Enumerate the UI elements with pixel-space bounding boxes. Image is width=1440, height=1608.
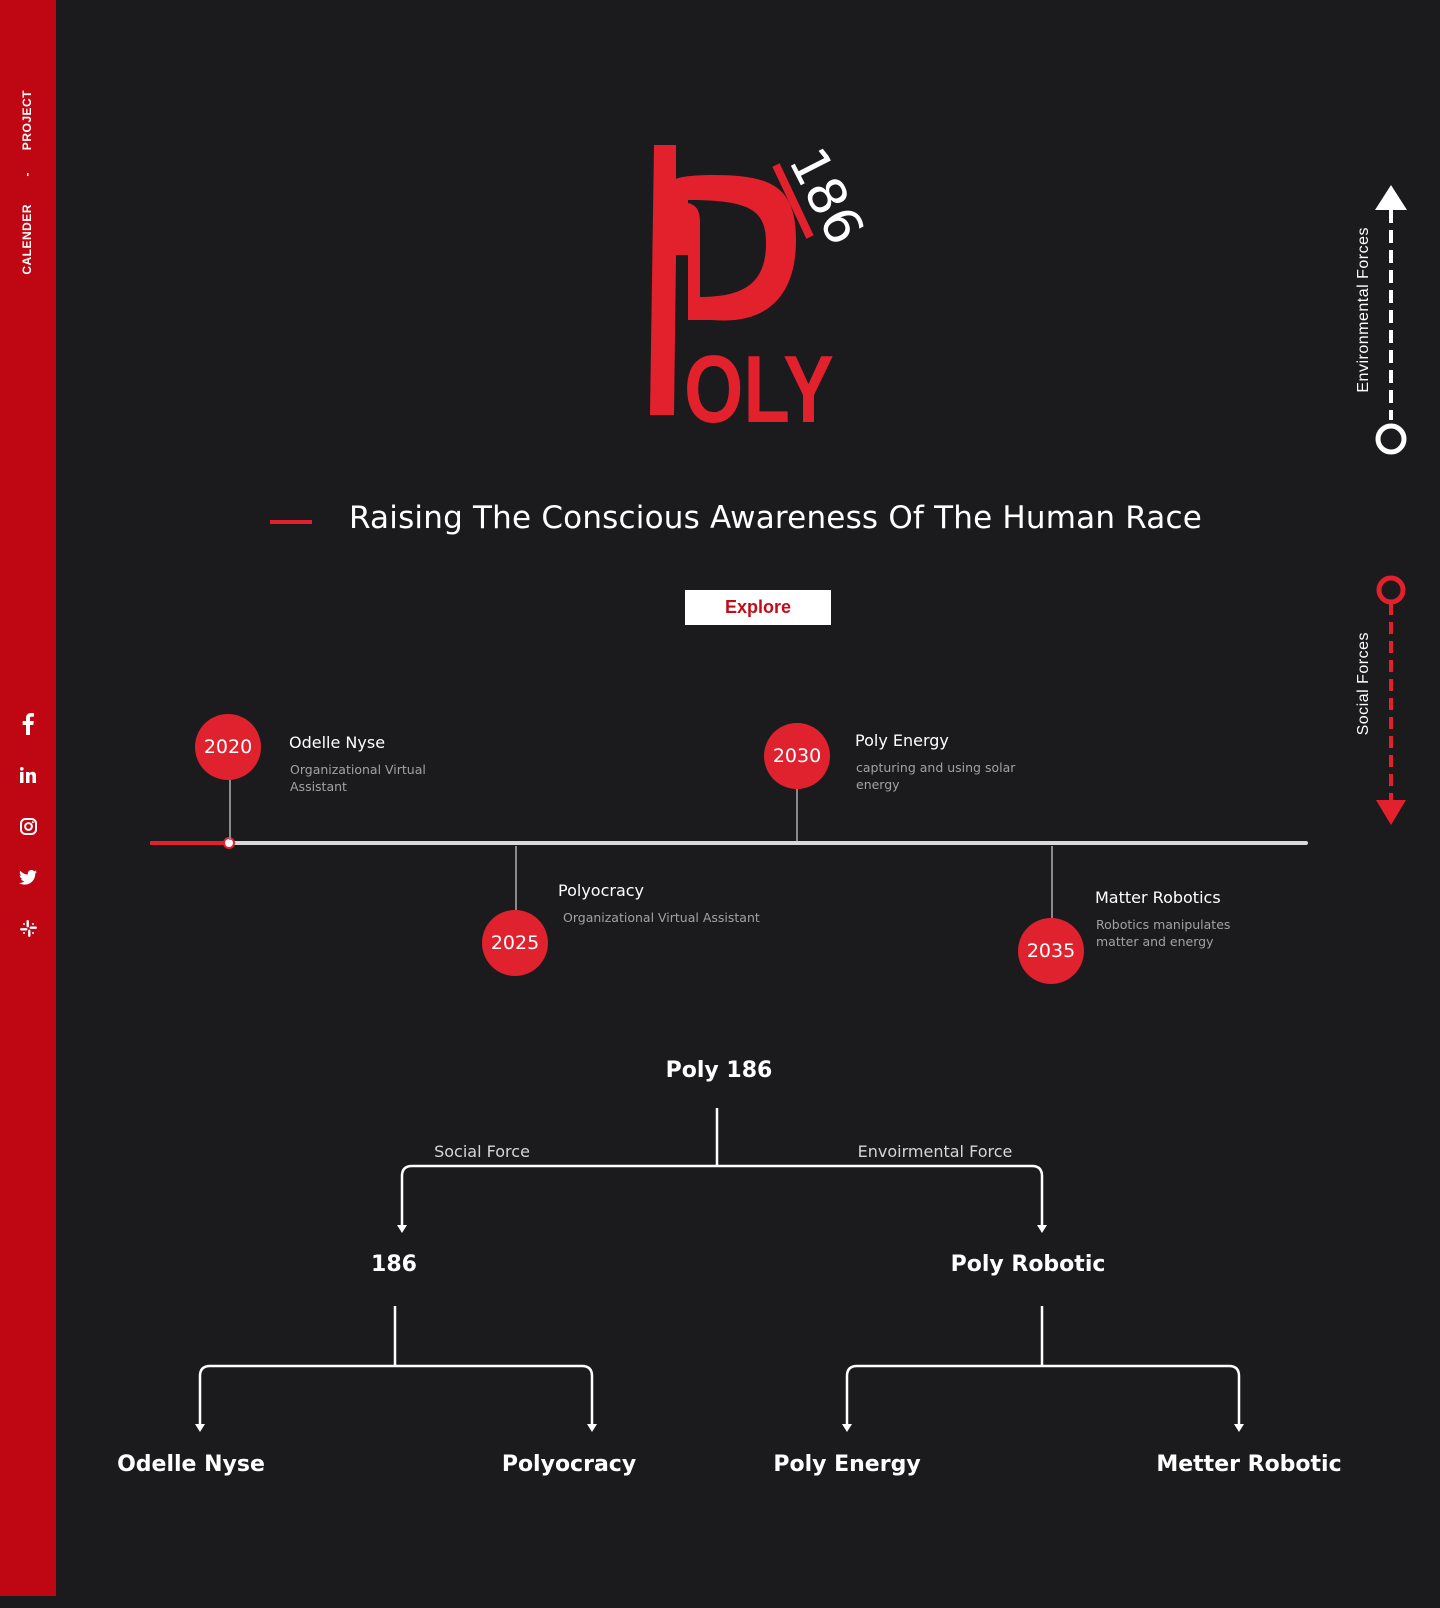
hierarchy-connectors: [195, 1108, 1244, 1432]
tree-leaf-odelle-nyse: Odelle Nyse: [117, 1452, 265, 1477]
tree-leaf-polyocracy: Polyocracy: [501, 1452, 637, 1477]
branch-label-social: Social Force: [434, 1142, 530, 1161]
tree-leaf-poly-energy: Poly Energy: [773, 1452, 921, 1477]
tree-node-186: 186: [371, 1252, 417, 1277]
tree-leaf-metter-robotic: Metter Robotic: [1156, 1452, 1342, 1477]
tree-root-node: Poly 186: [665, 1058, 773, 1083]
branch-label-environmental: Envoirmental Force: [857, 1142, 1013, 1161]
tree-node-poly-robotic: Poly Robotic: [950, 1252, 1106, 1277]
